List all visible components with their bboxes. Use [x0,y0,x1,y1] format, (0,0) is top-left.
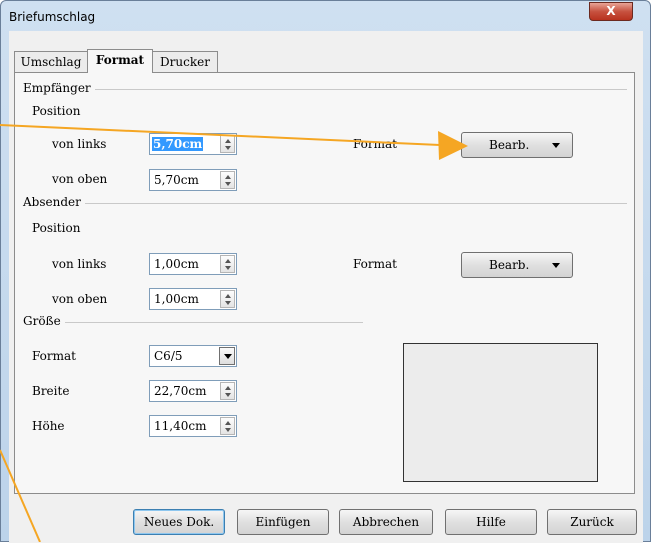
button-label: Hilfe [476,515,506,529]
select-value: C6/5 [154,349,183,363]
section-groesse: Größe [23,314,65,328]
empfaenger-bearb-button[interactable]: Bearb. [461,132,573,158]
spin-down-icon[interactable] [225,146,231,150]
spin-buttons[interactable] [220,135,235,153]
spin-up-icon[interactable] [225,386,231,390]
close-icon: X [606,4,616,18]
tab-format[interactable]: Format [87,49,153,73]
tab-drucker[interactable]: Drucker [152,51,218,73]
zurueck-button[interactable]: Zurück [547,509,637,535]
button-label: Abbrechen [352,515,420,529]
hoehe-spin[interactable]: 11,40cm [149,415,237,437]
divider [23,203,627,204]
bearb-label: Bearb. [489,138,530,152]
section-absender: Absender [23,195,85,209]
abbrechen-button[interactable]: Abbrechen [339,509,433,535]
format-select[interactable]: C6/5 [149,345,237,367]
spin-buttons[interactable] [220,290,235,308]
divider [23,322,363,323]
section-empfaenger: Empfänger [23,81,95,95]
spin-down-icon[interactable] [225,266,231,270]
spin-buttons[interactable] [220,382,235,400]
spin-buttons[interactable] [220,171,235,189]
von-links-label: von links [52,137,107,151]
einfuegen-button[interactable]: Einfügen [237,509,329,535]
spin-value: 1,00cm [154,292,199,306]
dropdown-arrow-icon [224,354,232,359]
position-label: Position [32,221,81,235]
empfaenger-von-links-spin[interactable]: 5,70cm [149,133,237,155]
close-button[interactable]: X [589,2,633,21]
spin-value: 5,70cm [152,137,204,151]
format-label: Format [353,257,397,271]
spin-buttons[interactable] [220,417,235,435]
divider [23,89,627,90]
button-label: Zurück [570,515,614,529]
hoehe-label: Höhe [32,419,65,433]
dropdown-arrow-icon [552,143,560,148]
button-label: Einfügen [255,515,311,529]
hilfe-button[interactable]: Hilfe [445,509,537,535]
absender-von-oben-spin[interactable]: 1,00cm [149,288,237,310]
spin-down-icon[interactable] [225,182,231,186]
absender-bearb-button[interactable]: Bearb. [461,252,573,278]
von-oben-label: von oben [52,292,108,306]
tab-label: Drucker [160,55,210,69]
button-label: Neues Dok. [143,515,215,529]
bearb-label: Bearb. [489,258,530,272]
spin-value: 11,40cm [154,419,207,433]
von-links-label: von links [52,257,107,271]
breite-spin[interactable]: 22,70cm [149,380,237,402]
spin-value: 5,70cm [154,173,199,187]
absender-von-links-spin[interactable]: 1,00cm [149,253,237,275]
spin-value: 1,00cm [154,257,199,271]
tab-panel-format: Empfänger Position von links 5,70cm Form… [14,72,635,494]
spin-up-icon[interactable] [225,294,231,298]
format-label: Format [353,137,397,151]
breite-label: Breite [32,384,70,398]
dialog-client: Umschlag Format Drucker Empfänger Positi… [9,31,643,543]
spin-down-icon[interactable] [225,393,231,397]
von-oben-label: von oben [52,172,108,186]
tab-umschlag[interactable]: Umschlag [14,51,88,73]
dropdown-button[interactable] [219,347,235,365]
dialog-window: Briefumschlag X Umschlag Format Drucker … [0,0,651,543]
spin-up-icon[interactable] [225,139,231,143]
neues-dok-button[interactable]: Neues Dok. [133,509,225,535]
position-label: Position [32,104,81,118]
tab-label: Umschlag [20,55,82,69]
window-title: Briefumschlag [9,10,96,24]
empfaenger-von-oben-spin[interactable]: 5,70cm [149,169,237,191]
dropdown-arrow-icon [552,263,560,268]
title-bar[interactable]: Briefumschlag X [1,1,650,31]
tab-label: Format [95,53,145,67]
spin-up-icon[interactable] [225,175,231,179]
format-label: Format [32,349,76,363]
spin-value: 22,70cm [154,384,207,398]
spin-buttons[interactable] [220,255,235,273]
spin-down-icon[interactable] [225,301,231,305]
envelope-preview [403,343,598,482]
spin-up-icon[interactable] [225,259,231,263]
spin-down-icon[interactable] [225,428,231,432]
spin-up-icon[interactable] [225,421,231,425]
